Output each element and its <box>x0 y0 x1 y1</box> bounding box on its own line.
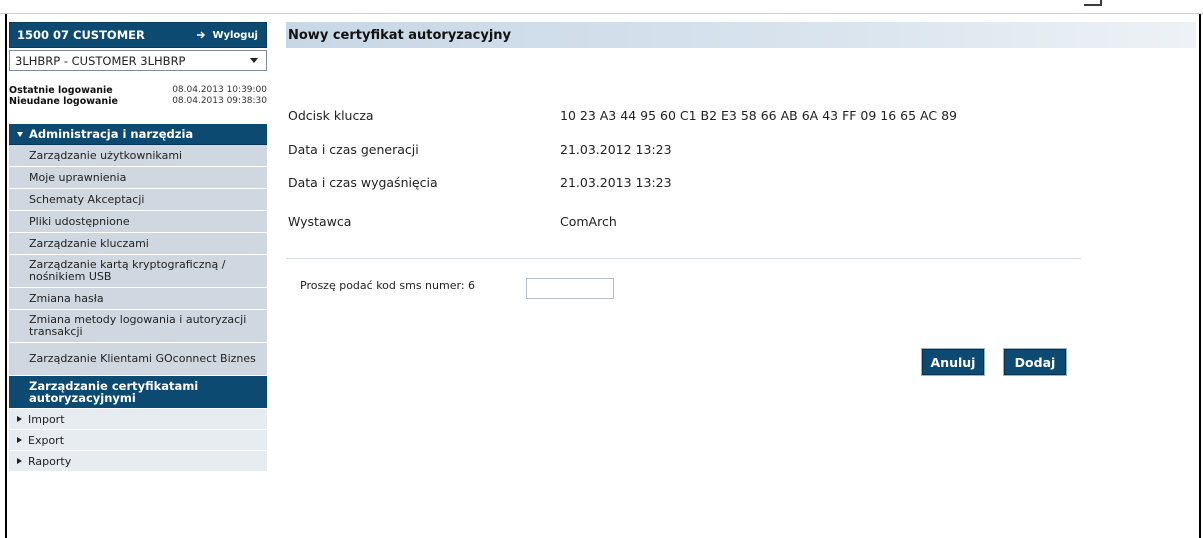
main-content: Nowy certyfikat autoryzacyjny Odcisk klu… <box>286 22 1196 538</box>
sms-code-input[interactable] <box>526 278 614 299</box>
sms-code-label: Proszę podać kod sms numer: 6 <box>300 279 476 292</box>
generated-value: 21.03.2012 13:23 <box>560 142 672 157</box>
menu-item-crypto-card[interactable]: Zarządzanie kartą kryptograficzną / nośn… <box>9 255 267 288</box>
cancel-button[interactable]: Anuluj <box>922 349 984 375</box>
issuer-value: ComArch <box>560 214 617 229</box>
menu-sub-export[interactable]: Export <box>9 430 267 451</box>
menu-item-login-method[interactable]: Zmiana metody logowania i autoryzacji tr… <box>9 310 267 343</box>
sidebar: 1500 07 CUSTOMER Wyloguj 3LHBRP - CUSTOM… <box>9 22 267 538</box>
menu-item-change-password[interactable]: Zmiana hasła <box>9 288 267 310</box>
generated-label: Data i czas generacji <box>288 142 419 157</box>
menu-item-shared-files[interactable]: Pliki udostępnione <box>9 211 267 233</box>
menu-section-admin[interactable]: Administracja i narzędzia <box>9 124 267 145</box>
user-bar: 1500 07 CUSTOMER Wyloguj <box>9 22 267 48</box>
user-name: 1500 07 CUSTOMER <box>17 28 145 42</box>
section-divider <box>286 258 1081 259</box>
menu-item-acceptance-schemes[interactable]: Schematy Akceptacji <box>9 189 267 211</box>
triangle-right-icon <box>17 437 22 443</box>
issuer-label: Wystawca <box>288 214 352 229</box>
login-info: Ostatnie logowanie 08.04.2013 10:39:00 N… <box>9 85 267 107</box>
failed-login-value: 08.04.2013 09:38:30 <box>172 96 267 106</box>
expires-value: 21.03.2013 13:23 <box>560 175 672 190</box>
menu-sub-export-label: Export <box>28 433 65 447</box>
failed-login-row: Nieudane logowanie 08.04.2013 09:38:30 <box>9 96 267 107</box>
failed-login-label: Nieudane logowanie <box>9 96 118 107</box>
expires-label: Data i czas wygaśnięcia <box>288 175 438 190</box>
client-select-value: 3LHBRP - CUSTOMER 3LHBRP <box>15 53 186 68</box>
client-select[interactable]: 3LHBRP - CUSTOMER 3LHBRP <box>9 50 267 71</box>
logout-button[interactable]: Wyloguj <box>196 30 258 41</box>
menu-sub-import[interactable]: Import <box>9 409 267 430</box>
top-strip <box>0 0 1203 14</box>
last-login-row: Ostatnie logowanie 08.04.2013 10:39:00 <box>9 85 267 96</box>
menu-sub-reports[interactable]: Raporty <box>9 451 267 472</box>
logout-label: Wyloguj <box>212 29 258 41</box>
menu-item-my-permissions[interactable]: Moje uprawnienia <box>9 167 267 189</box>
last-login-value: 08.04.2013 10:39:00 <box>172 85 267 95</box>
menu-item-goconnect-clients[interactable]: Zarządzanie Klientami GOconnect Biznes <box>9 343 267 376</box>
menu-item-auth-certificates[interactable]: Zarządzanie certyfikatami autoryzacyjnym… <box>9 376 267 409</box>
fingerprint-value: 10 23 A3 44 95 60 C1 B2 E3 58 66 AB 6A 4… <box>560 108 957 123</box>
menu-item-users[interactable]: Zarządzanie użytkownikami <box>9 145 267 167</box>
top-strip-notch <box>1084 0 1102 6</box>
page-title: Nowy certyfikat autoryzacyjny <box>288 27 511 43</box>
triangle-down-icon <box>17 131 23 137</box>
menu-sub-reports-label: Raporty <box>28 454 72 468</box>
triangle-right-icon <box>17 458 22 464</box>
last-login-label: Ostatnie logowanie <box>9 85 113 96</box>
fingerprint-label: Odcisk klucza <box>288 108 374 123</box>
menu-item-keys[interactable]: Zarządzanie kluczami <box>9 233 267 255</box>
logout-arrow-icon <box>197 31 206 39</box>
sidebar-menu: Administracja i narzędzia Zarządzanie uż… <box>9 124 267 472</box>
chevron-down-icon <box>250 58 258 63</box>
triangle-right-icon <box>17 416 22 422</box>
menu-sub-import-label: Import <box>28 412 65 426</box>
add-button[interactable]: Dodaj <box>1004 349 1066 375</box>
menu-section-label: Administracja i narzędzia <box>29 127 194 141</box>
title-bar: Nowy certyfikat autoryzacyjny <box>286 22 1196 48</box>
